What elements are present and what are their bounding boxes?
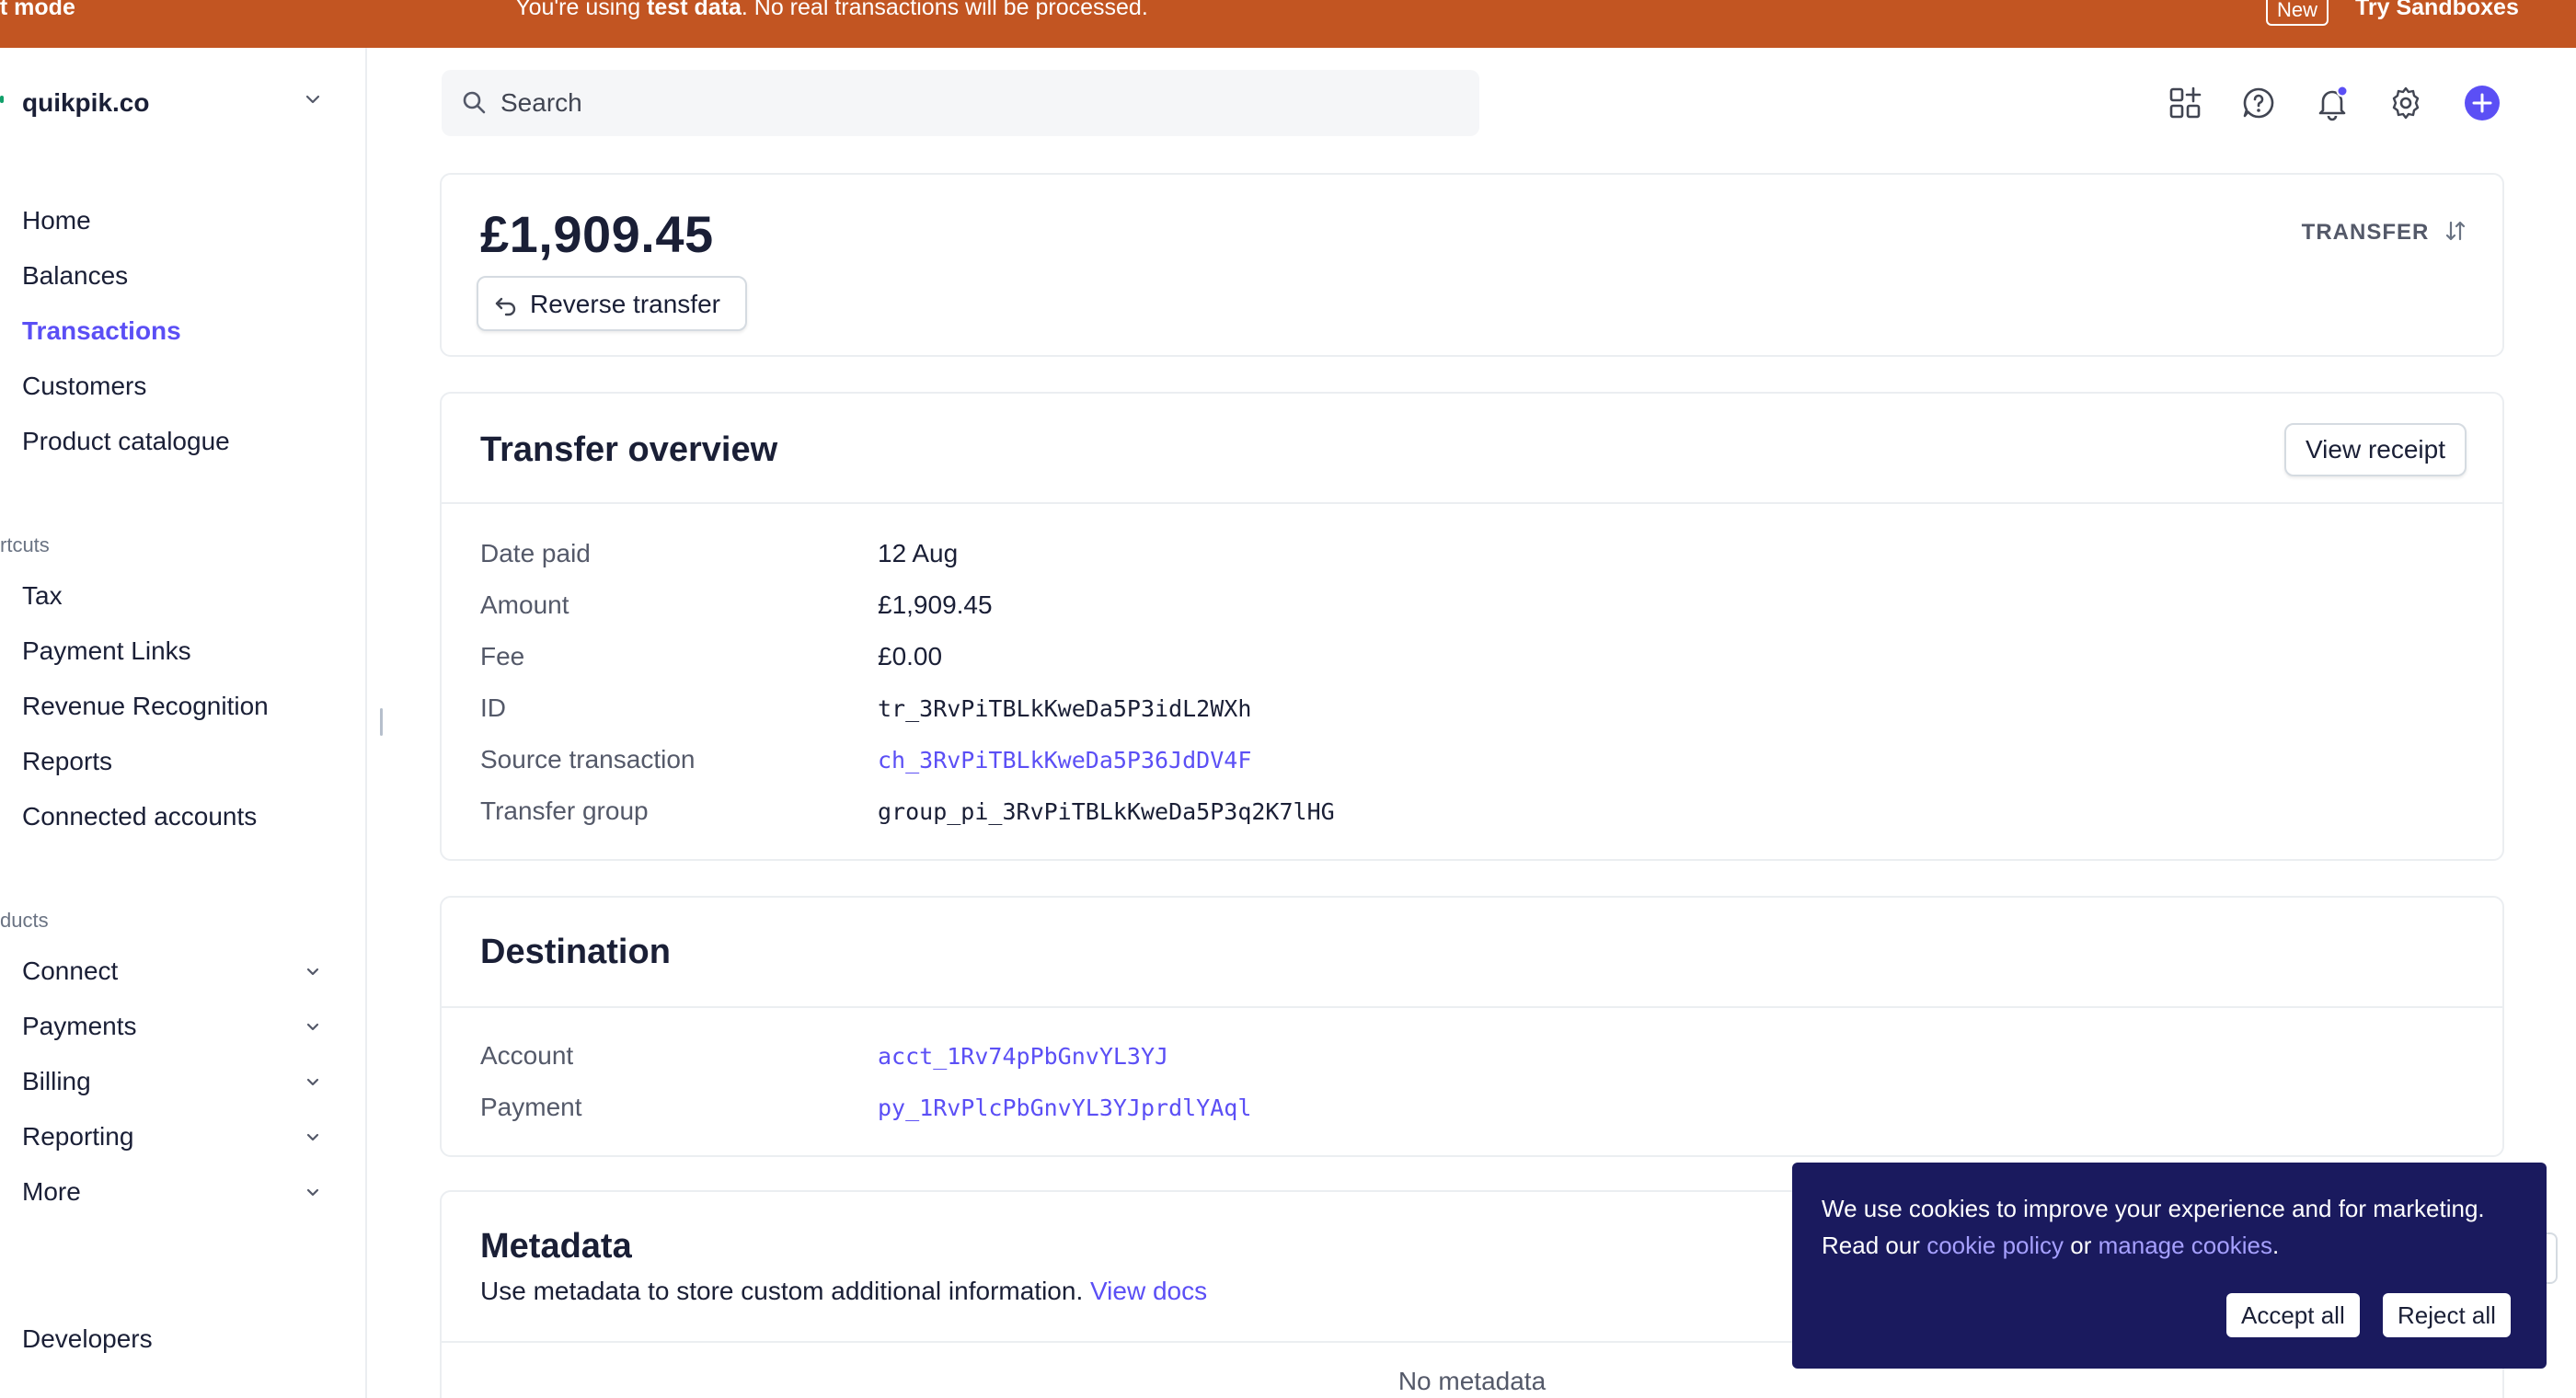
new-badge: New xyxy=(2266,0,2329,26)
test-data-message-suffix: . No real transactions will be processed… xyxy=(741,0,1148,20)
transfer-summary-card: £1,909.45 Reverse transfer TRANSFER xyxy=(440,173,2504,357)
test-data-message-prefix: You're using xyxy=(515,0,648,20)
cookie-text-suffix: . xyxy=(2271,1232,2280,1259)
source-transaction-link[interactable]: ch_3RvPiTBLkKweDa5P36JdDV4F xyxy=(878,747,1251,773)
account-status-dot xyxy=(0,96,4,103)
fee-label: Fee xyxy=(480,642,525,670)
test-mode-banner: st mode You're using test data. No real … xyxy=(0,0,2576,48)
sidebar-resize-handle[interactable] xyxy=(380,708,383,736)
destination-account-link[interactable]: acct_1Rv74pPbGnvYL3YJ xyxy=(878,1043,1168,1070)
sidebar-item-payments[interactable]: Payments xyxy=(22,1012,137,1041)
id-label: ID xyxy=(480,693,506,722)
destination-card: Destination Account acct_1Rv74pPbGnvYL3Y… xyxy=(440,896,2504,1157)
transfer-overview-card: Transfer overview View receipt Date paid… xyxy=(440,392,2504,861)
sidebar: quikpik.co Home Balances Transactions Cu… xyxy=(0,48,367,1398)
source-transaction-label: Source transaction xyxy=(480,745,696,773)
transfer-group-value: group_pi_3RvPiTBLkKweDa5P3q2K7lHG xyxy=(878,798,1335,825)
metadata-description-text: Use metadata to store custom additional … xyxy=(480,1277,1084,1305)
chevron-down-icon[interactable] xyxy=(302,960,324,987)
sidebar-item-reports[interactable]: Reports xyxy=(22,747,112,776)
section-divider xyxy=(442,502,2502,504)
cookie-text-middle: or xyxy=(2064,1232,2099,1259)
test-data-message-bold: test data xyxy=(647,0,742,20)
chevron-down-icon[interactable] xyxy=(302,1181,324,1208)
amount-label: Amount xyxy=(480,590,569,619)
sidebar-item-connect[interactable]: Connect xyxy=(22,957,118,986)
sidebar-item-payment-links[interactable]: Payment Links xyxy=(22,636,191,666)
chevron-down-icon[interactable] xyxy=(302,1015,324,1042)
view-docs-link[interactable]: View docs xyxy=(1090,1277,1207,1305)
products-heading: ducts xyxy=(0,909,49,932)
bell-icon[interactable] xyxy=(2314,85,2351,121)
fee-value: £0.00 xyxy=(878,642,943,670)
search-input[interactable] xyxy=(500,83,1420,123)
sidebar-item-tax[interactable]: Tax xyxy=(22,581,63,611)
chevron-down-icon xyxy=(302,88,324,115)
transfer-group-label: Transfer group xyxy=(480,796,649,825)
search-bar[interactable] xyxy=(442,70,1479,136)
undo-arrow-icon xyxy=(493,292,519,325)
transaction-type-text: TRANSFER xyxy=(2301,220,2430,245)
sidebar-item-product-catalogue[interactable]: Product catalogue xyxy=(22,427,230,456)
cookie-text: We use cookies to improve your experienc… xyxy=(1822,1190,2539,1264)
sidebar-item-more[interactable]: More xyxy=(22,1177,81,1207)
account-switcher[interactable]: quikpik.co xyxy=(0,85,331,125)
search-icon xyxy=(462,90,488,120)
view-receipt-button[interactable]: View receipt xyxy=(2284,423,2467,476)
chevron-down-icon[interactable] xyxy=(302,1126,324,1152)
amount-value: £1,909.45 xyxy=(878,590,993,619)
date-paid-label: Date paid xyxy=(480,539,591,567)
sidebar-item-connected-accounts[interactable]: Connected accounts xyxy=(22,802,257,831)
sidebar-item-balances[interactable]: Balances xyxy=(22,261,128,291)
sidebar-item-customers[interactable]: Customers xyxy=(22,372,146,401)
sidebar-item-billing[interactable]: Billing xyxy=(22,1067,91,1096)
sidebar-item-home[interactable]: Home xyxy=(22,206,91,235)
transfer-amount: £1,909.45 xyxy=(480,205,714,263)
chevron-down-icon[interactable] xyxy=(302,1071,324,1097)
destination-title: Destination xyxy=(480,933,671,971)
account-label: Account xyxy=(480,1041,574,1070)
reject-all-button[interactable]: Reject all xyxy=(2383,1293,2511,1337)
payment-label: Payment xyxy=(480,1093,582,1121)
metadata-description: Use metadata to store custom additional … xyxy=(480,1277,1207,1306)
reverse-transfer-button[interactable]: Reverse transfer xyxy=(477,276,747,331)
sidebar-item-transactions[interactable]: Transactions xyxy=(22,316,181,346)
shortcuts-heading: rtcuts xyxy=(0,533,50,556)
date-paid-value: 12 Aug xyxy=(878,539,959,567)
metadata-title: Metadata xyxy=(480,1227,632,1266)
transfer-arrows-icon xyxy=(2444,219,2467,249)
destination-payment-link[interactable]: py_1RvPlcPbGnvYL3YJprdlYAql xyxy=(878,1094,1251,1121)
apps-icon[interactable] xyxy=(2167,85,2203,121)
gear-icon[interactable] xyxy=(2387,85,2424,121)
reverse-transfer-label: Reverse transfer xyxy=(530,290,720,318)
try-sandboxes-link[interactable]: Try Sandboxes xyxy=(2355,0,2519,21)
cookie-policy-link[interactable]: cookie policy xyxy=(1926,1232,2064,1259)
test-data-message: You're using test data. No real transact… xyxy=(0,0,1663,21)
accept-all-button[interactable]: Accept all xyxy=(2226,1293,2360,1337)
manage-cookies-link[interactable]: manage cookies xyxy=(2099,1232,2272,1259)
sidebar-item-revenue-recognition[interactable]: Revenue Recognition xyxy=(22,692,269,721)
cookie-consent-banner: We use cookies to improve your experienc… xyxy=(1792,1163,2547,1369)
plus-circle-icon[interactable] xyxy=(2464,85,2501,121)
help-icon[interactable] xyxy=(2240,85,2277,121)
transfer-id-value: tr_3RvPiTBLkKweDa5P3idL2WXh xyxy=(878,695,1252,722)
transaction-type-label: TRANSFER xyxy=(2302,219,2467,249)
sidebar-item-developers[interactable]: Developers xyxy=(22,1324,153,1354)
sidebar-item-reporting[interactable]: Reporting xyxy=(22,1122,133,1152)
transfer-overview-title: Transfer overview xyxy=(480,430,778,469)
account-name: quikpik.co xyxy=(22,88,150,117)
no-metadata-text: No metadata xyxy=(1397,1367,1547,1395)
section-divider xyxy=(442,1006,2502,1008)
